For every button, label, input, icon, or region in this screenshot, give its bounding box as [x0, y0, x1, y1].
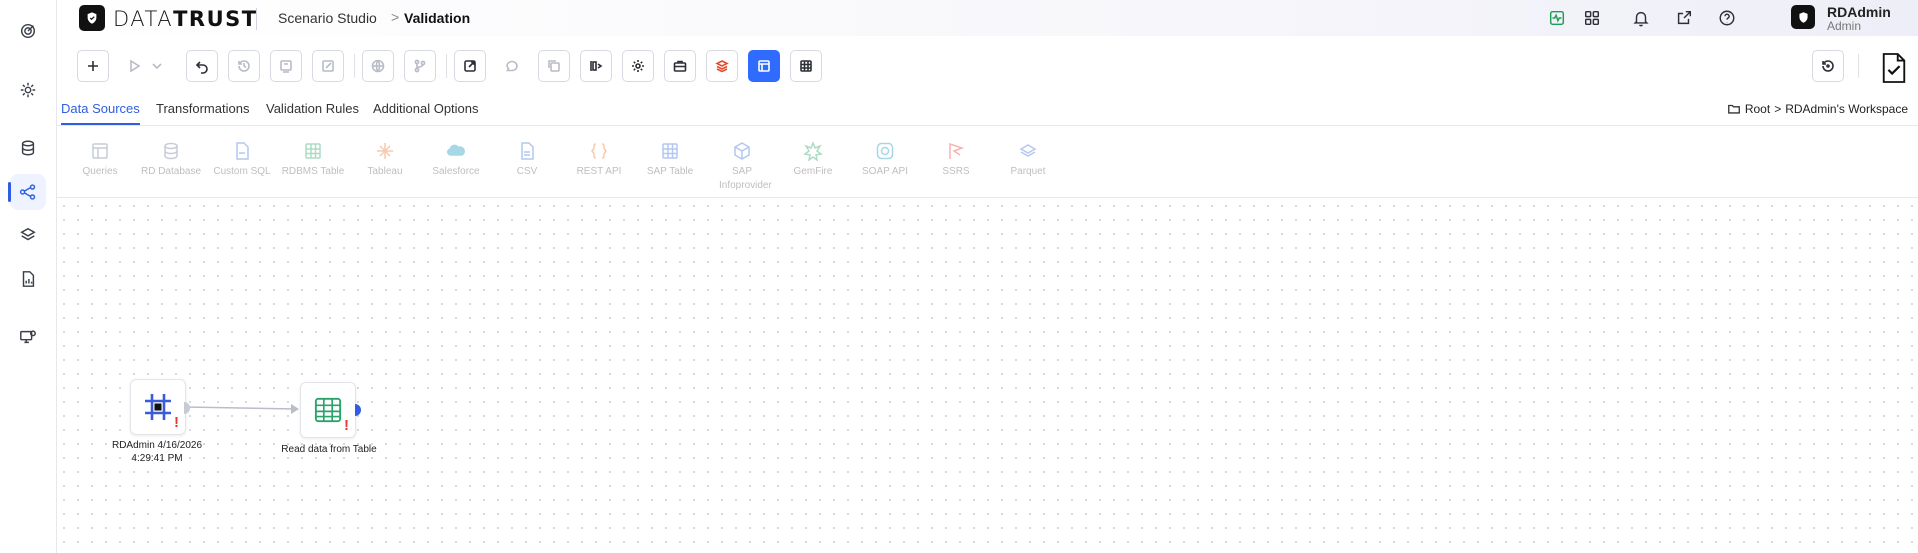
- export-button[interactable]: [454, 50, 486, 82]
- breadcrumb-current: Validation: [404, 10, 471, 26]
- tab-transformations[interactable]: Transformations: [156, 101, 249, 123]
- palette-item-tableau[interactable]: Tableau: [349, 140, 421, 179]
- schedule-button[interactable]: [270, 50, 302, 82]
- user-name[interactable]: RDAdmin: [1827, 4, 1891, 20]
- workspace-path[interactable]: Root > RDAdmin's Workspace: [1727, 102, 1908, 116]
- palette-item-gemfire[interactable]: GemFire: [777, 140, 849, 179]
- undo-button[interactable]: [186, 50, 218, 82]
- top-header: DATATRUST Scenario Studio > Validation R…: [57, 0, 1918, 36]
- node-connector: [184, 404, 299, 414]
- duplicate-button[interactable]: [538, 50, 570, 82]
- globe-button[interactable]: [362, 50, 394, 82]
- salesforce-cloud-icon: [445, 140, 467, 162]
- palette-item-custom-sql[interactable]: Custom SQL: [206, 140, 278, 179]
- edit-button[interactable]: [312, 50, 344, 82]
- node-warning-icon: !: [174, 414, 179, 431]
- rail-settings-icon[interactable]: [10, 72, 46, 108]
- briefcase-button[interactable]: [664, 50, 696, 82]
- table-node-icon: [314, 397, 342, 423]
- breadcrumb-parent[interactable]: Scenario Studio: [278, 10, 377, 26]
- toolbar: [57, 44, 1918, 88]
- tab-additional-options[interactable]: Additional Options: [373, 101, 479, 123]
- stack-layers-button[interactable]: [706, 50, 738, 82]
- query-node-icon: [145, 394, 171, 420]
- toolbar-divider: [446, 54, 447, 78]
- palette-item-sap-table[interactable]: SAP Table: [634, 140, 706, 179]
- run-button[interactable]: [119, 50, 149, 82]
- version-history-button[interactable]: [1812, 50, 1844, 82]
- section-tabs: Data Sources Transformations Validation …: [57, 96, 1918, 126]
- header-divider: [256, 8, 257, 30]
- grid-view-button[interactable]: [790, 50, 822, 82]
- palette-item-salesforce[interactable]: Salesforce: [420, 140, 492, 179]
- sql-file-icon: [231, 140, 253, 162]
- query-node[interactable]: !: [130, 379, 186, 435]
- cube-icon: [731, 140, 753, 162]
- folder-icon: [1727, 104, 1740, 114]
- rail-scenario-flow-icon[interactable]: [8, 174, 46, 210]
- brand-logo-icon: [79, 5, 105, 31]
- rail-report-icon[interactable]: [10, 261, 46, 297]
- toolbar-divider: [354, 54, 355, 78]
- flow-canvas[interactable]: ! RDAdmin 4/16/2026 4:29:41 PM ! Read da…: [57, 199, 1918, 553]
- palette-item-rdbms-table[interactable]: RDBMS Table: [277, 140, 349, 179]
- table-node-label: Read data from Table: [281, 444, 377, 455]
- user-avatar[interactable]: [1791, 5, 1815, 29]
- query-node-label: RDAdmin 4/16/2026 4:29:41 PM: [111, 440, 203, 464]
- table-icon: [302, 140, 324, 162]
- ssrs-icon: [945, 140, 967, 162]
- activity-icon[interactable]: [1547, 8, 1567, 28]
- app-root: DATATRUST Scenario Studio > Validation R…: [0, 0, 1918, 553]
- palette-item-sap-infoprovider[interactable]: SAP Infoprovider: [705, 140, 779, 193]
- tableau-icon: [374, 140, 396, 162]
- csv-file-icon: [516, 140, 538, 162]
- node-output-port[interactable]: [184, 401, 192, 414]
- path-separator: >: [1774, 102, 1782, 116]
- add-button[interactable]: [77, 50, 109, 82]
- gemfire-icon: [802, 140, 824, 162]
- apps-grid-icon[interactable]: [1582, 8, 1602, 28]
- breadcrumb-separator: >: [391, 9, 400, 25]
- parquet-icon: [1017, 140, 1039, 162]
- rail-database-icon[interactable]: [10, 130, 46, 166]
- notifications-bell-icon[interactable]: [1631, 8, 1651, 28]
- node-warning-icon: !: [344, 417, 349, 434]
- palette-item-queries[interactable]: Queries: [64, 140, 136, 179]
- queries-icon: [89, 140, 111, 162]
- rail-target-icon[interactable]: [10, 13, 46, 49]
- rail-monitor-settings-icon[interactable]: [10, 319, 46, 355]
- path-root: Root: [1744, 102, 1771, 116]
- comment-button[interactable]: [496, 50, 528, 82]
- run-options-chevron-icon[interactable]: [147, 50, 167, 82]
- branch-button[interactable]: [404, 50, 436, 82]
- brand-wordmark: DATATRUST: [113, 7, 258, 31]
- history-button[interactable]: [228, 50, 260, 82]
- database-icon: [160, 140, 182, 162]
- node-output-port[interactable]: [355, 403, 363, 416]
- palette-item-parquet[interactable]: Parquet: [992, 140, 1064, 179]
- align-button[interactable]: [580, 50, 612, 82]
- palette-item-rest-api[interactable]: REST API: [563, 140, 635, 179]
- tab-data-sources[interactable]: Data Sources: [61, 101, 140, 125]
- left-rail: [0, 0, 57, 553]
- rail-layers-icon[interactable]: [10, 217, 46, 253]
- table-node[interactable]: !: [300, 382, 356, 438]
- palette-item-soap-api[interactable]: SOAP API: [849, 140, 921, 179]
- toolbar-divider: [1858, 54, 1859, 78]
- table-icon: [659, 140, 681, 162]
- palette-item-ssrs[interactable]: SSRS: [920, 140, 992, 179]
- source-palette: Queries RD Database Custom SQL RDBMS Tab…: [57, 126, 1918, 198]
- user-role: Admin: [1827, 19, 1862, 33]
- open-external-icon[interactable]: [1674, 8, 1694, 28]
- braces-icon: [588, 140, 610, 162]
- canvas-view-button[interactable]: [748, 50, 780, 82]
- palette-item-rd-database[interactable]: RD Database: [135, 140, 207, 179]
- validate-document-icon[interactable]: [1874, 48, 1914, 88]
- help-icon[interactable]: [1717, 8, 1737, 28]
- soap-icon: [874, 140, 896, 162]
- palette-item-csv[interactable]: CSV: [491, 140, 563, 179]
- path-workspace: RDAdmin's Workspace: [1785, 102, 1908, 116]
- gear-button[interactable]: [622, 50, 654, 82]
- tab-validation-rules[interactable]: Validation Rules: [266, 101, 359, 123]
